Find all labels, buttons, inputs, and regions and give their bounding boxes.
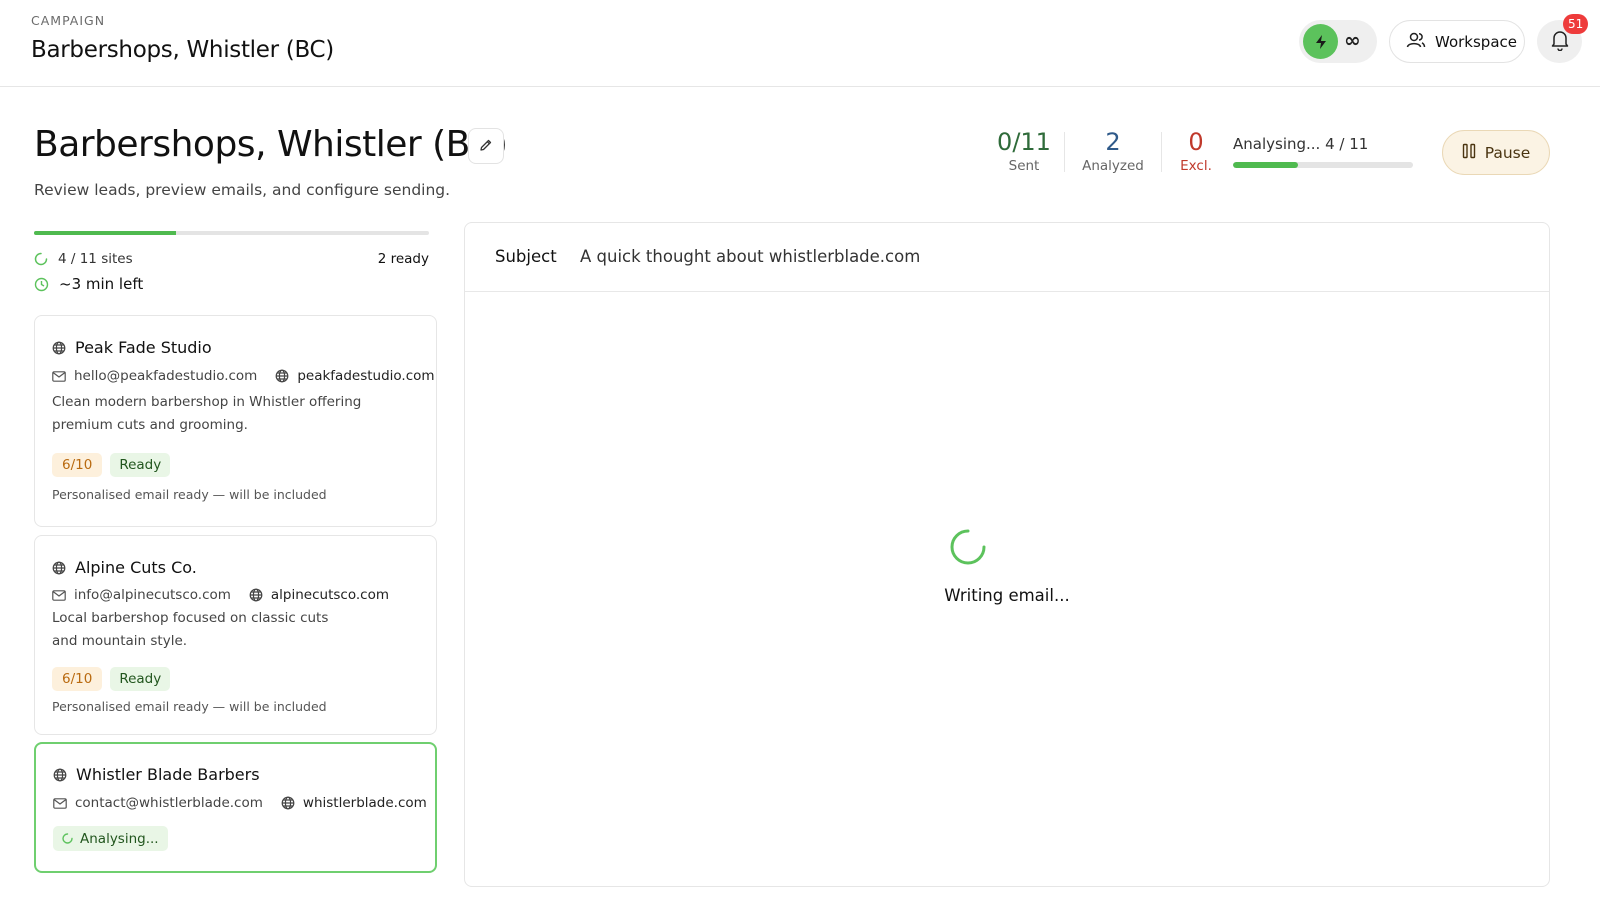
analysing-badge-label: Analysing...: [80, 830, 159, 847]
lead-name: Whistler Blade Barbers: [76, 765, 260, 784]
lead-email[interactable]: info@alpinecutsco.com: [52, 587, 231, 603]
lead-name-row: Alpine Cuts Co.: [52, 558, 197, 577]
workspace-button[interactable]: Workspace: [1389, 20, 1525, 63]
mail-icon: [52, 589, 66, 601]
lead-email-text: contact@whistlerblade.com: [75, 795, 263, 811]
infinity-icon: ∞: [1344, 28, 1361, 52]
bell-icon: [1550, 29, 1570, 55]
lead-note: Personalised email ready — will be inclu…: [52, 699, 327, 714]
lead-card[interactable]: Peak Fade Studio hello@peakfadestudio.co…: [34, 315, 437, 527]
analysing-status: Analysing... 4 / 11: [1233, 135, 1369, 153]
analysis-progress-bar: [1233, 162, 1413, 168]
lead-badges: 6/10 Ready: [52, 453, 171, 477]
lead-name: Alpine Cuts Co.: [75, 558, 197, 577]
analysis-progress-fill: [1233, 162, 1298, 168]
stat-divider: [1064, 132, 1065, 172]
lead-email-text: info@alpinecutsco.com: [74, 587, 231, 603]
lead-card[interactable]: Alpine Cuts Co. info@alpinecutsco.com al…: [34, 535, 437, 735]
stat-sent-value: 0/11: [997, 128, 1051, 156]
lead-contacts: contact@whistlerblade.com whistlerblade.…: [53, 795, 445, 811]
stat-sent: 0/11 Sent: [996, 127, 1052, 174]
lead-badges: 6/10 Ready: [52, 667, 171, 691]
lead-website-text: whistlerblade.com: [302, 795, 427, 811]
lead-description: Clean modern barbershop in Whistler offe…: [52, 391, 372, 437]
loading-spinner-icon: [949, 528, 987, 570]
stat-analyzed-value: 2: [1105, 128, 1121, 156]
analysing-badge: Analysing...: [53, 826, 168, 851]
stat-analyzed-label: Analyzed: [1082, 158, 1144, 174]
globe-icon: [53, 768, 67, 782]
loading-spinner-icon: [62, 833, 73, 844]
campaign-title: Barbershops, Whistler (BC): [31, 37, 334, 63]
stat-analyzed: 2 Analyzed: [1076, 127, 1150, 174]
lead-contacts: info@alpinecutsco.com alpinecutsco.com: [52, 587, 407, 603]
sites-count: 4 / 11 sites: [58, 251, 133, 267]
campaign-label: CAMPAIGN: [31, 13, 106, 28]
time-left: ~3 min left: [59, 275, 144, 293]
lead-contacts: hello@peakfadestudio.com peakfadestudio.…: [52, 368, 453, 384]
lead-website[interactable]: peakfadestudio.com: [275, 368, 435, 384]
pause-button[interactable]: Pause: [1442, 130, 1550, 175]
sites-progress-bar: [34, 231, 429, 235]
globe-icon: [275, 369, 289, 383]
mail-icon: [53, 797, 67, 809]
globe-icon: [52, 341, 66, 355]
notification-count-badge: 51: [1563, 14, 1589, 34]
stat-divider: [1161, 132, 1162, 172]
lead-description: Local barbershop focused on classic cuts…: [52, 607, 372, 653]
score-badge: 6/10: [52, 453, 103, 477]
lead-description-line: Clean modern barbershop in Whistler offe…: [52, 394, 362, 410]
mail-icon: [52, 370, 66, 382]
stat-excluded-label: Excl.: [1180, 158, 1212, 174]
lead-description-line: premium cuts and grooming.: [52, 417, 248, 433]
plan-toggle[interactable]: ∞: [1299, 20, 1377, 63]
page-subtitle: Review leads, preview emails, and config…: [34, 181, 451, 199]
lead-website-text: peakfadestudio.com: [297, 368, 435, 384]
subject-text[interactable]: A quick thought about whistlerblade.com: [580, 247, 920, 266]
page-title: Barbershops, Whistler (BC): [34, 124, 508, 165]
lead-name: Peak Fade Studio: [75, 338, 212, 357]
pause-label: Pause: [1484, 143, 1531, 162]
top-bar: CAMPAIGN Barbershops, Whistler (BC) ∞ Wo…: [0, 0, 1600, 87]
lead-email[interactable]: contact@whistlerblade.com: [53, 795, 263, 811]
lead-website[interactable]: alpinecutsco.com: [249, 587, 389, 603]
lead-card-selected[interactable]: Whistler Blade Barbers contact@whistlerb…: [34, 742, 437, 873]
globe-icon: [52, 561, 66, 575]
workspace-label: Workspace: [1435, 32, 1517, 51]
clock-icon: [34, 277, 49, 292]
lead-description-line: and mountain style.: [52, 633, 188, 649]
globe-icon: [281, 796, 295, 810]
edit-title-button[interactable]: [468, 128, 504, 164]
subject-row: Subject A quick thought about whistlerbl…: [465, 223, 1549, 292]
pause-icon: [1462, 143, 1476, 163]
sites-progress-fill: [34, 231, 177, 235]
score-badge: 6/10: [52, 667, 103, 691]
ready-count: 2 ready: [377, 251, 429, 267]
subject-label: Subject: [495, 247, 557, 266]
lead-website-text: alpinecutsco.com: [270, 587, 389, 603]
writing-email-status: Writing email...: [944, 586, 1070, 605]
lead-note: Personalised email ready — will be inclu…: [52, 487, 327, 502]
bolt-icon: [1303, 24, 1338, 59]
users-icon: [1406, 31, 1426, 53]
lead-description-line: Local barbershop focused on classic cuts: [52, 610, 329, 626]
lead-website[interactable]: whistlerblade.com: [281, 795, 427, 811]
time-left-row: ~3 min left: [34, 275, 143, 293]
loading-spinner-icon: [34, 252, 48, 266]
lead-email[interactable]: hello@peakfadestudio.com: [52, 368, 257, 384]
lead-email-text: hello@peakfadestudio.com: [74, 368, 258, 384]
status-badge: Ready: [110, 667, 171, 691]
email-preview-panel: Subject A quick thought about whistlerbl…: [464, 222, 1550, 887]
globe-icon: [249, 588, 263, 602]
status-badge: Ready: [110, 453, 171, 477]
lead-name-row: Whistler Blade Barbers: [53, 765, 260, 784]
lead-badges: Analysing...: [53, 826, 168, 851]
sites-progress-row: 4 / 11 sites 2 ready: [34, 249, 429, 269]
pencil-icon: [479, 137, 493, 156]
stat-sent-label: Sent: [1008, 158, 1040, 174]
stat-excluded-value: 0: [1188, 128, 1204, 156]
lead-name-row: Peak Fade Studio: [52, 338, 212, 357]
stat-excluded: 0 Excl.: [1176, 127, 1216, 174]
